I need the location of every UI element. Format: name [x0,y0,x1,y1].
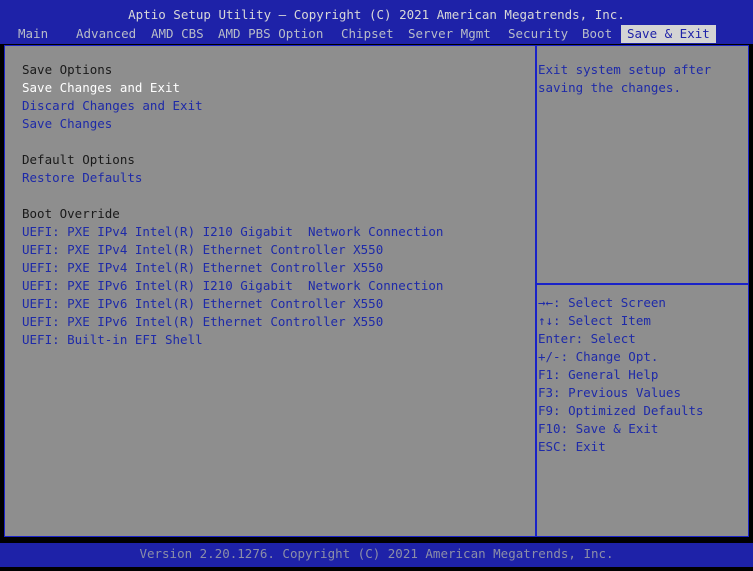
tab-chipset[interactable]: Chipset [341,25,394,43]
discard-changes-and-exit-item[interactable]: Discard Changes and Exit [22,97,203,115]
save-options-heading: Save Options [22,62,113,77]
boot-override-heading: Boot Override [22,206,120,221]
boot-override-item[interactable]: UEFI: PXE IPv6 Intel(R) I210 Gigabit Net… [22,277,443,295]
boot-override-item[interactable]: UEFI: PXE IPv4 Intel(R) Ethernet Control… [22,259,383,277]
boot-override-item[interactable]: UEFI: PXE IPv6 Intel(R) Ethernet Control… [22,295,383,313]
boot-override-item[interactable]: UEFI: PXE IPv4 Intel(R) I210 Gigabit Net… [22,223,443,241]
footer-bar: Version 2.20.1276. Copyright (C) 2021 Am… [0,543,753,567]
help-divider [537,283,748,285]
boot-override-item[interactable]: UEFI: PXE IPv4 Intel(R) Ethernet Control… [22,241,383,259]
version-text: Version 2.20.1276. Copyright (C) 2021 Am… [139,546,614,561]
tab-boot[interactable]: Boot [582,25,612,43]
help-description: Exit system setup after saving the chang… [538,62,719,95]
tab-amd-pbs-option[interactable]: AMD PBS Option [218,25,323,43]
default-options-heading: Default Options [22,152,135,167]
key-help-enter: Enter: Select [538,331,636,346]
key-help-esc-exit: ESC: Exit [538,439,606,454]
tab-main[interactable]: Main [18,25,48,43]
header-bar: Aptio Setup Utility – Copyright (C) 2021… [0,0,753,44]
boot-override-item[interactable]: UEFI: PXE IPv6 Intel(R) Ethernet Control… [22,313,383,331]
boot-override-item[interactable]: UEFI: Built-in EFI Shell [22,331,203,349]
main-panel: Save Options Save Changes and Exit Disca… [4,45,749,537]
key-help-select-item: ↑↓: Select Item [538,313,651,328]
restore-defaults-item[interactable]: Restore Defaults [22,169,142,187]
tab-security[interactable]: Security [508,25,568,43]
app-title: Aptio Setup Utility – Copyright (C) 2021… [128,7,625,22]
tab-server-mgmt[interactable]: Server Mgmt [408,25,491,43]
save-changes-and-exit-item[interactable]: Save Changes and Exit [22,79,180,97]
key-help-general-help: F1: General Help [538,367,659,382]
tab-bar: Main Advanced AMD CBS AMD PBS Option Chi… [0,25,753,43]
key-help-save-exit: F10: Save & Exit [538,421,659,436]
key-help-change-opt: +/-: Change Opt. [538,349,659,364]
key-help-select-screen: →←: Select Screen [538,295,666,310]
save-changes-item[interactable]: Save Changes [22,115,112,133]
tab-amd-cbs[interactable]: AMD CBS [151,25,204,43]
tab-save-exit[interactable]: Save & Exit [621,25,716,43]
key-help-previous-values: F3: Previous Values [538,385,681,400]
key-help-optimized-defaults: F9: Optimized Defaults [538,403,704,418]
tab-advanced[interactable]: Advanced [76,25,136,43]
vertical-divider [535,46,537,536]
